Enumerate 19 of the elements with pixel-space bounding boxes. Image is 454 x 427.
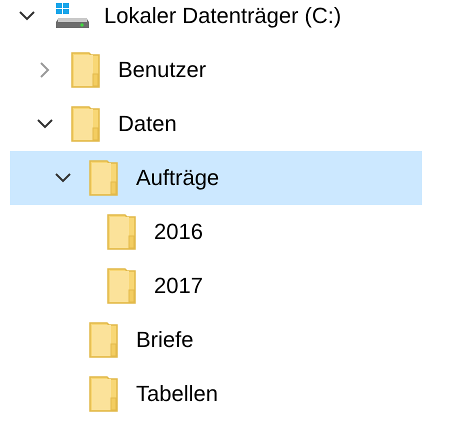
tree-item[interactable]: Tabellen — [10, 367, 422, 421]
chevron-icon[interactable] — [55, 173, 71, 183]
tree-item[interactable]: Daten — [10, 97, 422, 151]
tree-item[interactable]: 2017 — [10, 259, 422, 313]
folder-icon — [107, 214, 136, 250]
tree-item[interactable]: Aufträge — [10, 151, 422, 205]
folder-icon — [89, 160, 118, 196]
chevron-icon[interactable] — [19, 11, 35, 21]
tree-item[interactable]: Benutzer — [10, 43, 422, 97]
drive-icon — [55, 2, 90, 30]
folder-icon — [71, 106, 100, 142]
folder-icon — [89, 322, 118, 358]
tree-item[interactable]: 2016 — [10, 205, 422, 259]
tree-item[interactable]: Briefe — [10, 313, 422, 367]
folder-icon — [107, 268, 136, 304]
tree-item[interactable]: Lokaler Datenträger (C:) — [10, 0, 422, 43]
chevron-icon[interactable] — [37, 119, 53, 129]
folder-icon — [71, 52, 100, 88]
folder-icon — [89, 376, 118, 412]
